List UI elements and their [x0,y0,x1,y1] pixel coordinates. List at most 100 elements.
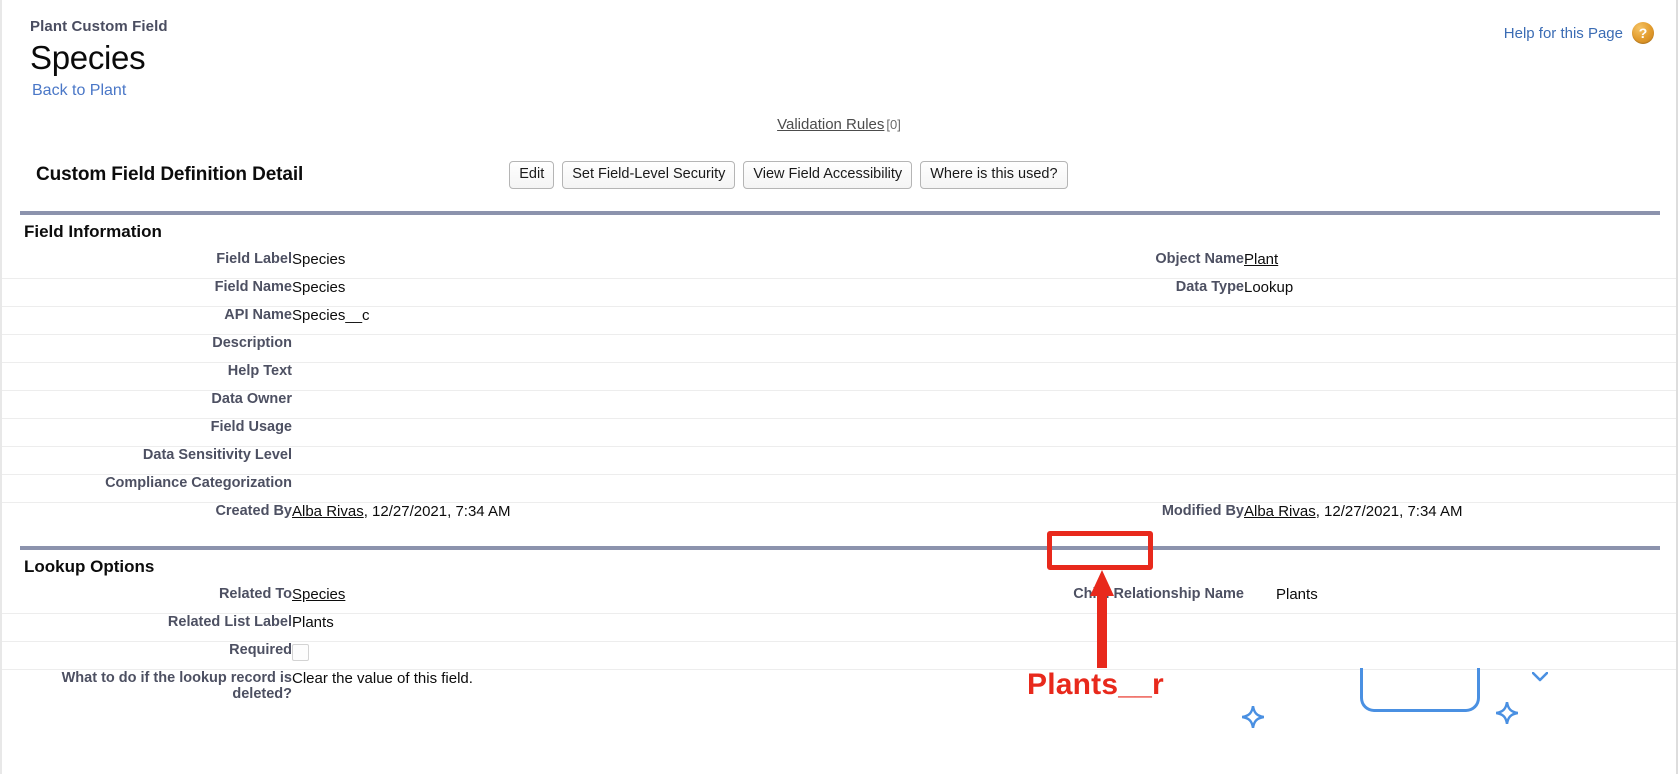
object-name-label: Object Name [786,251,1244,279]
field-information-section: Field Information Field Label Species Ob… [2,211,1676,530]
description-value [292,334,786,363]
table-row: Data Sensitivity Level [2,446,1676,475]
table-row: Description [2,334,1676,363]
validation-rules-count: [0] [886,117,901,132]
empty-value [1244,641,1664,670]
row-end [1664,586,1676,614]
modified-by-timestamp: , 12/27/2021, 7:34 AM [1315,503,1463,520]
row-end [1664,670,1676,703]
created-by-user-link[interactable]: Alba Rivas [292,503,364,520]
related-list-label-value: Plants [292,613,786,642]
table-row: Field Label Species Object Name Plant [2,251,1676,279]
field-information-table: Field Label Species Object Name Plant Fi… [2,251,1676,531]
chevron-down-icon[interactable] [1532,672,1548,682]
row-gutter [2,613,20,642]
help-for-this-page-link[interactable]: Help for this Page [1504,25,1623,42]
detail-section-heading: Custom Field Definition Detail [36,164,304,185]
lookup-options-title: Lookup Options [24,557,155,576]
modified-by-value: Alba Rivas, 12/27/2021, 7:34 AM [1244,503,1664,531]
description-label: Description [20,334,292,363]
delete-behavior-label: What to do if the lookup record is delet… [61,670,292,702]
row-gutter [2,278,20,307]
related-to-value: Species [292,586,786,614]
empty-label [786,474,1244,503]
action-bar: Custom Field Definition Detail Edit Set … [2,155,1676,195]
table-row: Created By Alba Rivas, 12/27/2021, 7:34 … [2,503,1676,531]
help-text-label: Help Text [20,362,292,391]
data-type-label: Data Type [786,278,1244,307]
table-row: Related To Species Child Relationship Na… [2,586,1676,614]
row-end [1664,278,1676,307]
empty-label [786,613,1244,642]
where-is-this-used-button[interactable]: Where is this used? [920,160,1068,190]
modified-by-label: Modified By [1161,503,1244,519]
required-value [292,641,786,670]
empty-value [1244,446,1664,475]
compliance-categorization-value [292,474,786,503]
row-gutter [2,362,20,391]
empty-value [1244,334,1664,363]
set-field-level-security-button[interactable]: Set Field-Level Security [562,160,736,190]
row-gutter [2,474,20,503]
related-list-shortcuts: Validation Rules [0] [2,116,1676,133]
data-owner-label: Data Owner [20,390,292,419]
empty-label [786,334,1244,363]
empty-label [786,446,1244,475]
row-gutter [2,670,20,703]
compliance-categorization-label: Compliance Categorization [20,474,292,503]
help-question-icon[interactable]: ? [1632,22,1654,44]
table-row: Related List Label Plants [2,613,1676,642]
table-row: Compliance Categorization [2,474,1676,503]
empty-label [786,306,1244,335]
back-to-plant-link[interactable]: Back to Plant [32,82,126,100]
table-row: Required [2,641,1676,670]
field-usage-label: Field Usage [20,418,292,447]
object-name-link[interactable]: Plant [1244,251,1278,268]
data-owner-value [292,390,786,419]
empty-label [786,390,1244,419]
empty-label [786,641,1244,670]
row-gutter [2,586,20,614]
api-name-label: API Name [20,306,292,335]
created-by-label: Created By [215,503,292,519]
validation-rules-link[interactable]: Validation Rules [777,116,884,133]
row-end [1664,474,1676,503]
delete-behavior-value: Clear the value of this field. [292,670,473,687]
table-row: Field Usage [2,418,1676,447]
row-end [1664,251,1676,279]
row-gutter [2,334,20,363]
row-end [1664,613,1676,642]
empty-value [1244,474,1664,503]
page-root: Plant Custom Field Species Back to Plant… [0,0,1678,774]
row-gutter [2,641,20,670]
field-information-title: Field Information [24,222,162,241]
required-checkbox [292,644,309,661]
edit-button[interactable]: Edit [509,160,555,190]
sparkle-icon [1242,706,1264,728]
required-label: Required [20,641,292,670]
data-type-value: Lookup [1244,278,1664,307]
row-end [1664,503,1676,531]
empty-label [786,362,1244,391]
empty-value [1244,418,1664,447]
related-to-link[interactable]: Species [292,586,345,603]
help-text-value [292,362,786,391]
field-name-label: Field Name [20,278,292,307]
table-row: API Name Species__c [2,306,1676,335]
field-label-value: Species [292,251,786,279]
row-end [1664,362,1676,391]
row-end [1664,641,1676,670]
data-sensitivity-level-value [292,446,786,475]
sparkle-icon [1496,702,1518,724]
row-gutter [2,446,20,475]
view-field-accessibility-button[interactable]: View Field Accessibility [743,160,913,190]
modified-by-user-link[interactable]: Alba Rivas [1244,503,1316,520]
api-name-value: Species__c [292,306,786,335]
help-for-this-page: Help for this Page ? [1504,22,1654,44]
table-row: Field Name Species Data Type Lookup [2,278,1676,307]
empty-value [1244,613,1664,642]
floating-panel-edge [1360,668,1480,712]
created-by-timestamp: , 12/27/2021, 7:34 AM [363,503,511,520]
row-gutter [2,390,20,419]
row-end [1664,446,1676,475]
